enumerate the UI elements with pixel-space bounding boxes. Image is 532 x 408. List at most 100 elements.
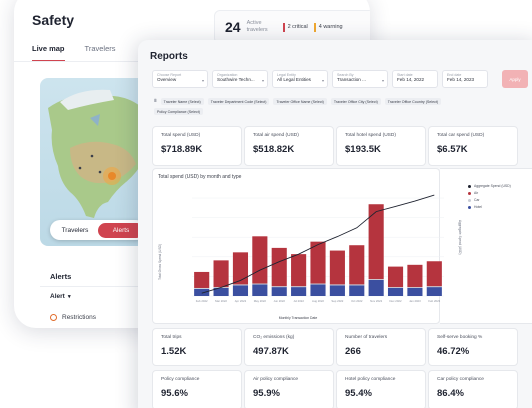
bar-air[interactable] (387, 266, 404, 288)
x-tick-label: Apr 2022 (235, 299, 247, 303)
x-tick-label: Oct 2022 (351, 299, 363, 303)
bar-air[interactable] (291, 254, 307, 287)
critical-badge[interactable]: 2 critical (282, 22, 308, 32)
bar-air[interactable] (252, 236, 268, 284)
restriction-icon (50, 314, 57, 321)
chart-legend: Aggregate Spend (USD) Air Car Hotel (468, 184, 511, 212)
filter-value: Overview (157, 77, 177, 82)
legend-swatch (468, 198, 471, 202)
chip-office-country[interactable]: Traveler Office Country (Select) (384, 98, 442, 105)
bar-car[interactable] (232, 284, 249, 286)
bar-hotel[interactable] (407, 287, 423, 296)
bar-car[interactable] (329, 284, 345, 286)
alert-hotspot[interactable] (103, 167, 121, 185)
filter-value: Transaction ... (337, 77, 366, 82)
legend-car[interactable]: Car (468, 198, 511, 202)
warning-badge[interactable]: 4 warning (313, 22, 343, 32)
kpi-car-spend: Total car spend (USD) $6.57K (428, 126, 518, 166)
bar-hotel[interactable] (368, 279, 384, 296)
legend-label: Aggregate Spend (USD) (474, 184, 511, 188)
legend-swatch (468, 184, 471, 188)
bar-hotel[interactable] (426, 287, 442, 296)
bar-air[interactable] (426, 261, 442, 287)
restriction-item[interactable]: Restrictions (50, 314, 96, 321)
filter-value: All Legal Entities (277, 77, 311, 82)
toggle-travelers[interactable]: Travelers (52, 227, 98, 234)
kpi-label: Self-serve booking % (437, 335, 483, 340)
bar-car[interactable] (368, 279, 384, 280)
chip-office-name[interactable]: Traveler Office Name (Select) (273, 98, 327, 105)
kpi-label: CO₂ emissions (kg) (253, 335, 295, 340)
bar-air[interactable] (329, 250, 345, 285)
bar-air[interactable] (232, 252, 249, 285)
bar-hotel[interactable] (310, 284, 326, 296)
filter-legal-entity[interactable]: Legal Entity All Legal Entities ▾ (272, 70, 328, 88)
y-axis-label: Total Gross Spend (USD) (158, 244, 162, 280)
tab-travelers[interactable]: Travelers (85, 44, 116, 62)
legend-swatch (468, 205, 471, 209)
safety-tabs: Live map Travelers (32, 44, 116, 62)
bar-air[interactable] (349, 245, 365, 285)
bar-car[interactable] (310, 283, 326, 285)
chip-office-city[interactable]: Traveler Office City (Select) (330, 98, 381, 105)
bar-hotel[interactable] (271, 287, 287, 296)
kpi-value: 95.6% (161, 388, 188, 399)
kpi-label: Car policy compliance (437, 377, 484, 382)
bar-hotel[interactable] (232, 285, 249, 296)
safety-title: Safety (32, 12, 75, 28)
kpi-label: Air policy compliance (253, 377, 299, 382)
legend-air[interactable]: Air (468, 191, 511, 195)
bar-car[interactable] (349, 284, 365, 286)
filter-start-date[interactable]: Start date Feb 14, 2022 (392, 70, 438, 88)
x-tick-label: Jul 2022 (293, 299, 304, 303)
restriction-label: Restrictions (62, 314, 96, 321)
bar-air[interactable] (368, 204, 384, 280)
bar-air[interactable] (310, 241, 326, 284)
tab-live-map[interactable]: Live map (32, 44, 65, 62)
alert-filter-dropdown[interactable]: Alert ▾ (50, 293, 71, 300)
bar-car[interactable] (271, 286, 287, 288)
chip-department-code[interactable]: Traveler Department Code (Select) (207, 98, 270, 105)
chevron-down-icon: ▾ (67, 294, 71, 300)
bar-air[interactable] (271, 247, 287, 287)
map-toggle[interactable]: Travelers Alerts (50, 220, 146, 240)
apply-button[interactable]: Apply (502, 70, 528, 88)
bar-air[interactable] (213, 260, 229, 288)
filter-search-by[interactable]: Search By Transaction ... ▾ (332, 70, 388, 88)
bar-air[interactable] (407, 264, 423, 288)
bar-air[interactable] (194, 271, 210, 288)
bar-car[interactable] (252, 283, 268, 285)
kpi-label: Total spend (USD) (161, 133, 201, 138)
filter-icon[interactable]: ⩩ (154, 98, 157, 105)
bar-hotel[interactable] (194, 288, 210, 296)
kpi-hotel-spend: Total hotel spend (USD) $193.5K (336, 126, 426, 166)
legend-aggregate[interactable]: Aggregate Spend (USD) (468, 184, 511, 188)
bar-hotel[interactable] (329, 285, 345, 296)
bar-hotel[interactable] (252, 284, 268, 296)
kpi-self-serve: Self-serve booking % 46.72% (428, 328, 518, 366)
bar-car[interactable] (426, 286, 442, 288)
kpi-value: 86.4% (437, 388, 464, 399)
kpi-value: 95.9% (253, 388, 280, 399)
x-tick-label: Sep 2022 (331, 299, 343, 303)
filter-choose-report[interactable]: Choose Report Overview ▾ (152, 70, 208, 88)
legend-hotel[interactable]: Hotel (468, 205, 511, 209)
bar-car[interactable] (194, 287, 210, 289)
bar-car[interactable] (407, 287, 423, 288)
active-label: Active travelers (246, 20, 268, 33)
critical-text: 2 critical (287, 24, 308, 30)
kpi-value: 1.52K (161, 346, 187, 357)
bar-hotel[interactable] (387, 287, 404, 296)
filter-end-date[interactable]: End date Feb 14, 2023 (442, 70, 488, 88)
bar-hotel[interactable] (291, 287, 307, 296)
x-axis-label: Monthly Transaction Date (279, 316, 318, 320)
bar-car[interactable] (291, 286, 307, 288)
filter-organization[interactable]: Organization Southwire Techn... ▾ (212, 70, 268, 88)
chip-policy-compliance[interactable]: Policy Compliance (Select) (154, 108, 203, 115)
bar-hotel[interactable] (349, 285, 365, 296)
chip-traveler-name[interactable]: Traveler Name (Select) (160, 98, 204, 105)
bar-car[interactable] (387, 287, 404, 288)
critical-marker (282, 22, 285, 32)
kpi-label: Hotel policy compliance (345, 377, 396, 382)
filter-value: Feb 14, 2023 (447, 77, 475, 82)
